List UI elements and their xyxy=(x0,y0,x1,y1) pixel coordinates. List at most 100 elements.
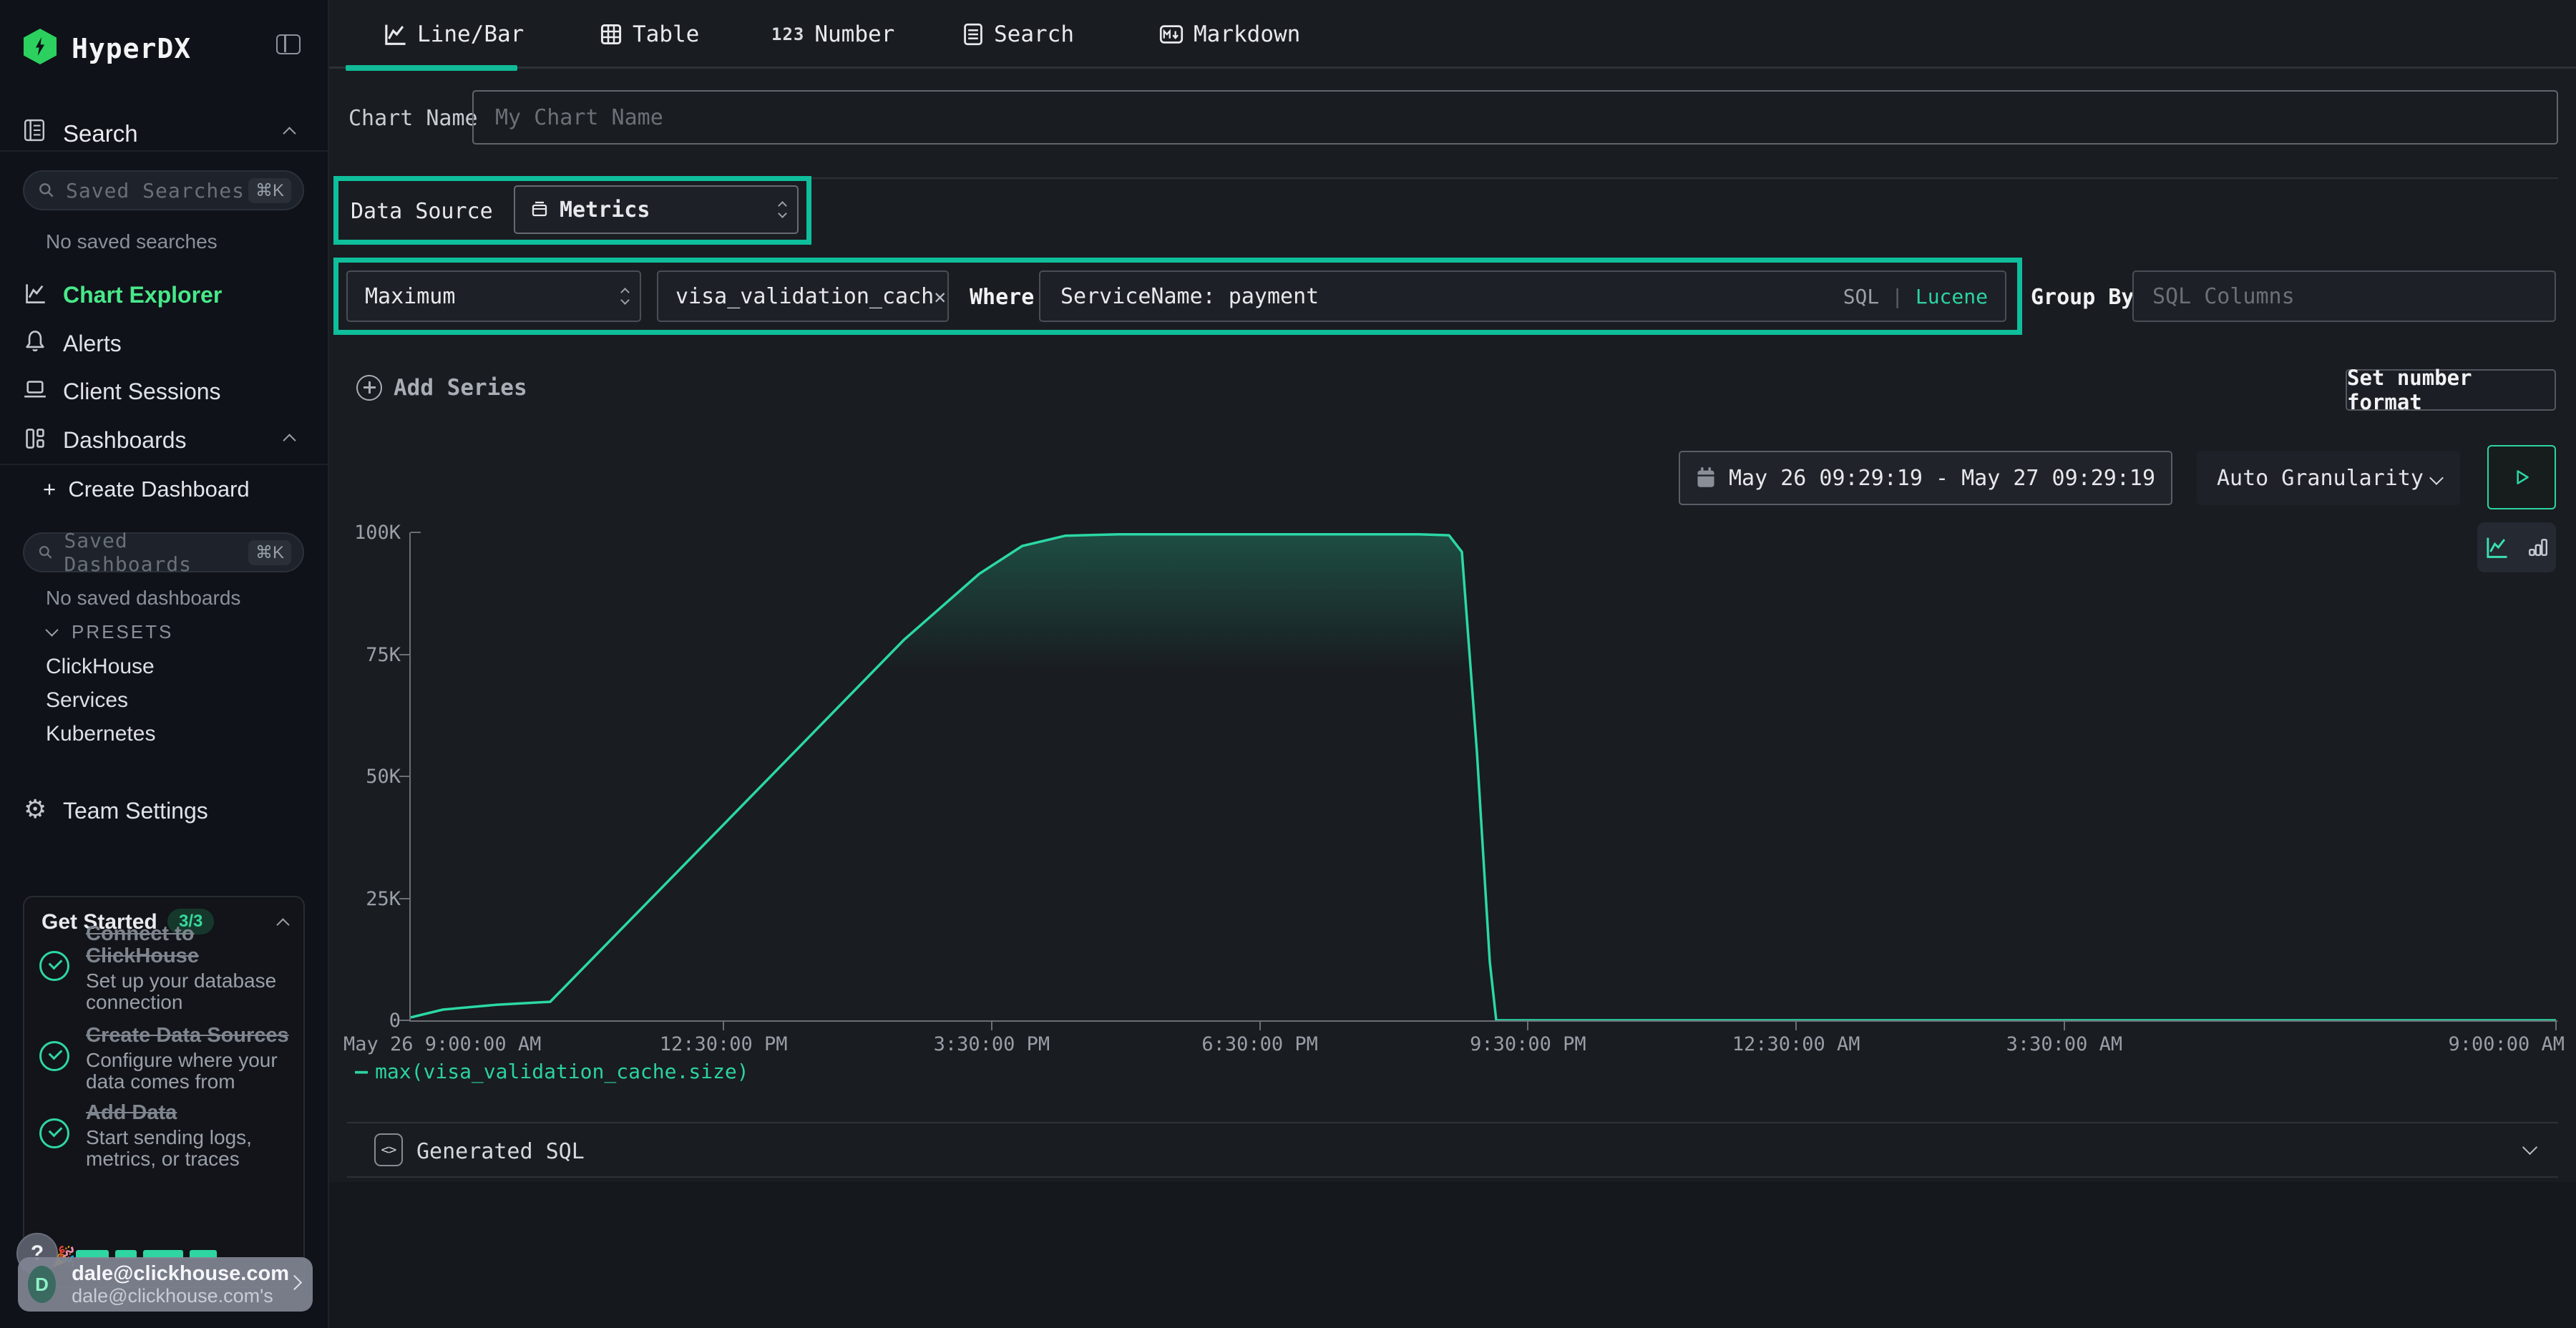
legend-label: max(visa_validation_cache.size) xyxy=(375,1060,749,1083)
sidebar-item-label: Alerts xyxy=(63,331,122,357)
y-tick-mark xyxy=(411,532,421,533)
x-tick-label: 12:30:00 PM xyxy=(660,1033,788,1055)
dashboards-icon xyxy=(24,427,47,450)
metric-tag[interactable]: visa_validation_cach ✕ xyxy=(657,270,949,322)
sidebar-item-chart-explorer[interactable]: Chart Explorer xyxy=(0,275,329,315)
x-tick-mark xyxy=(1259,1022,1261,1030)
chart-explorer-icon xyxy=(24,282,47,305)
granularity-select[interactable]: Auto Granularity xyxy=(2197,451,2460,505)
divider xyxy=(0,150,329,152)
sidebar-item-team-settings[interactable]: ⚙ Team Settings xyxy=(0,791,329,831)
x-tick-label: 6:30:00 PM xyxy=(1201,1033,1318,1055)
generated-sql-toggle[interactable]: <> Generated SQL xyxy=(329,1122,2576,1178)
close-icon[interactable]: ✕ xyxy=(934,285,946,308)
metrics-source-icon xyxy=(530,200,550,220)
markdown-icon xyxy=(1159,24,1184,45)
search-list-icon xyxy=(962,23,984,46)
plus-circle-icon xyxy=(356,375,382,401)
x-tick-mark xyxy=(2064,1022,2065,1030)
date-range-picker[interactable]: May 26 09:29:19 - May 27 09:29:19 xyxy=(1679,451,2172,505)
preset-services[interactable]: Services xyxy=(46,688,128,713)
y-axis-line xyxy=(409,532,411,1022)
chart-plot-area[interactable]: 100K75K50K25K0May 26 9:00:00 AM12:30:00 … xyxy=(411,532,2556,1020)
where-label: Where xyxy=(970,285,1034,310)
logo-row: HyperDX xyxy=(0,27,329,64)
chevron-up-icon xyxy=(283,434,296,446)
user-menu[interactable]: D dale@clickhouse.com dale@clickhouse.co… xyxy=(18,1257,313,1312)
tab-number[interactable]: 123 Number xyxy=(771,17,894,52)
preset-kubernetes[interactable]: Kubernetes xyxy=(46,722,155,746)
search-icon xyxy=(37,543,54,562)
tab-search[interactable]: Search xyxy=(962,17,1074,52)
create-dashboard-button[interactable]: + Create Dashboard xyxy=(43,477,250,502)
group-by-label: Group By xyxy=(2031,285,2135,310)
add-series-button[interactable]: Add Series xyxy=(356,375,527,401)
divider xyxy=(0,464,329,465)
no-saved-dashboards-text: No saved dashboards xyxy=(46,587,240,610)
play-icon xyxy=(2511,467,2532,488)
sidebar-collapse-icon[interactable] xyxy=(276,34,301,54)
check-circle-icon xyxy=(39,951,69,981)
data-source-select[interactable]: Metrics xyxy=(514,185,799,234)
x-tick-label: 9:00:00 AM xyxy=(2448,1033,2565,1055)
get-started-item[interactable]: Connect to ClickHouse Set up your databa… xyxy=(86,923,290,1013)
data-source-label: Data Source xyxy=(351,199,493,224)
app-window: HyperDX Search Saved Searches ⌘K No save… xyxy=(0,0,2576,1328)
y-tick-label: 0 xyxy=(315,1010,401,1032)
tab-table[interactable]: Table xyxy=(600,17,699,52)
y-tick-label: 100K xyxy=(315,522,401,544)
saved-searches-input[interactable]: Saved Searches ⌘K xyxy=(23,170,304,210)
where-value: ServiceName: payment xyxy=(1060,284,1319,309)
x-tick-mark xyxy=(2555,1022,2557,1030)
chevron-right-icon xyxy=(289,1277,300,1292)
tab-line-bar[interactable]: Line/Bar xyxy=(383,17,524,52)
chevron-down-icon xyxy=(45,623,58,636)
get-started-item[interactable]: Add Data Start sending logs, metrics, or… xyxy=(86,1102,290,1170)
app-title: HyperDX xyxy=(72,33,191,64)
aggregation-select[interactable]: Maximum xyxy=(346,270,641,322)
where-input[interactable]: ServiceName: payment SQL | Lucene xyxy=(1039,270,2006,322)
set-number-format-button[interactable]: Set number format xyxy=(2346,369,2556,411)
date-range-value: May 26 09:29:19 - May 27 09:29:19 xyxy=(1729,466,2155,491)
shortcut-badge: ⌘K xyxy=(248,178,291,203)
x-axis-line xyxy=(409,1020,2557,1022)
lucene-mode-toggle[interactable]: Lucene xyxy=(1916,285,1988,308)
y-tick-mark xyxy=(399,898,409,899)
x-tick-label: 12:30:00 AM xyxy=(1732,1033,1860,1055)
hyperdx-logo-icon xyxy=(24,29,57,64)
sidebar-item-label: Dashboards xyxy=(63,427,187,454)
chevron-down-icon xyxy=(2522,1140,2537,1155)
sidebar-item-label: Team Settings xyxy=(63,798,208,824)
sidebar-item-alerts[interactable]: Alerts xyxy=(0,323,329,363)
run-query-button[interactable] xyxy=(2487,445,2556,509)
search-section-header[interactable]: Search xyxy=(0,116,329,150)
search-section-label: Search xyxy=(63,120,138,147)
get-started-item[interactable]: Create Data Sources Configure where your… xyxy=(86,1025,290,1093)
presets-label: PRESETS xyxy=(72,621,173,643)
sidebar-item-dashboards[interactable]: Dashboards xyxy=(0,420,329,460)
generated-sql-label: Generated SQL xyxy=(416,1139,585,1164)
group-by-input[interactable]: SQL Columns xyxy=(2132,270,2556,322)
main-content: Line/Bar Table 123 Number xyxy=(329,0,2576,1328)
chart-name-label: Chart Name xyxy=(348,106,478,131)
legend-swatch: — xyxy=(355,1059,368,1084)
sql-mode-toggle[interactable]: SQL xyxy=(1843,285,1880,308)
saved-dashboards-input[interactable]: Saved Dashboards ⌘K xyxy=(23,532,304,572)
active-tab-underline xyxy=(346,65,517,71)
chevron-down-icon xyxy=(2429,471,2444,485)
chart-legend[interactable]: — max(visa_validation_cache.size) xyxy=(355,1059,749,1084)
user-email: dale@clickhouse.com xyxy=(72,1262,289,1285)
preset-clickhouse[interactable]: ClickHouse xyxy=(46,655,155,679)
number-123-icon: 123 xyxy=(771,24,804,44)
chart-name-input[interactable]: My Chart Name xyxy=(472,90,2558,145)
check-circle-icon xyxy=(39,1118,69,1148)
x-tick-label: 3:30:00 PM xyxy=(934,1033,1050,1055)
tab-markdown[interactable]: Markdown xyxy=(1159,17,1300,52)
x-tick-mark xyxy=(1795,1022,1797,1030)
y-tick-label: 75K xyxy=(315,644,401,666)
x-tick-label: 3:30:00 AM xyxy=(2006,1033,2123,1055)
sidebar-item-client-sessions[interactable]: Client Sessions xyxy=(0,371,329,411)
no-saved-searches-text: No saved searches xyxy=(46,230,218,253)
x-tick-mark xyxy=(723,1022,724,1030)
page-footer-area xyxy=(329,1182,2576,1328)
